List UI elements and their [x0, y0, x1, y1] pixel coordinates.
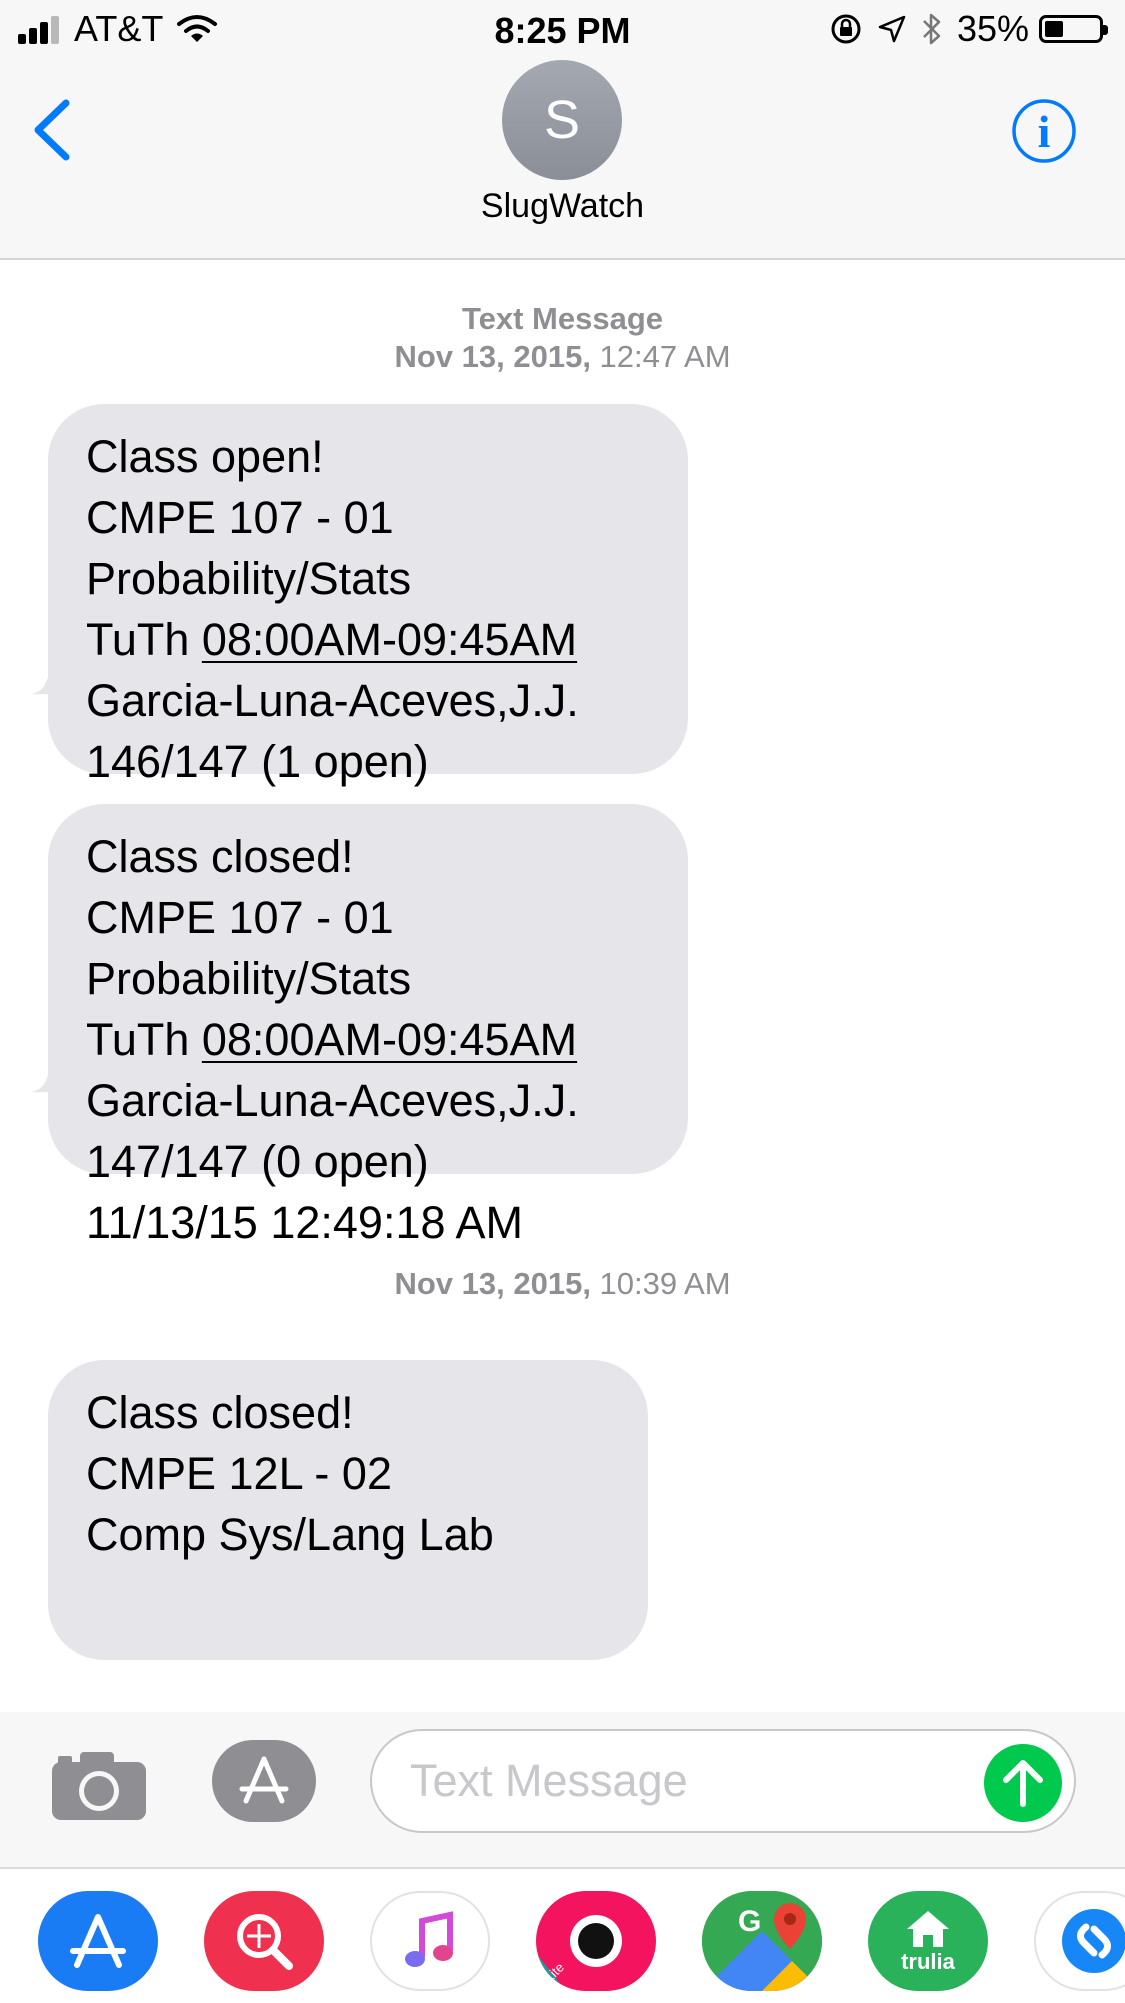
camera-lite-icon[interactable]: Lite	[536, 1891, 656, 1991]
location-arrow-icon	[878, 15, 906, 43]
status-right: 35%	[829, 8, 1108, 50]
timestamp-1: Nov 13, 2015, 12:47 AM	[0, 338, 1125, 376]
message-line: CMPE 12L - 02	[86, 1448, 392, 1499]
message-thread[interactable]: Text Message Nov 13, 2015, 12:47 AM Clas…	[0, 260, 1125, 1712]
schedule-line: TuTh 08:00AM-09:45AM	[86, 609, 650, 670]
message-bubble[interactable]: Class open! CMPE 107 - 01 Probability/St…	[48, 404, 688, 848]
imessage-app-drawer: Lite G trulia	[0, 1867, 1125, 2003]
app-badge: Lite	[542, 1960, 567, 1985]
bluetooth-icon	[923, 13, 941, 45]
message-line: Class open!	[86, 431, 324, 482]
timestamp-time: 10:39 AM	[590, 1266, 731, 1301]
camera-icon[interactable]	[50, 1748, 148, 1822]
music-icon[interactable]	[370, 1891, 490, 1991]
schedule-time-link[interactable]: 08:00AM-09:45AM	[202, 614, 577, 665]
schedule-time-link[interactable]: 08:00AM-09:45AM	[202, 1014, 577, 1065]
app-store-icon[interactable]	[212, 1740, 316, 1822]
send-button[interactable]	[984, 1744, 1062, 1822]
schedule-days: TuTh	[86, 1014, 202, 1065]
trulia-icon[interactable]: trulia	[868, 1891, 988, 1991]
svg-text:i: i	[1038, 106, 1051, 157]
message-line: Class closed!	[86, 831, 354, 882]
orientation-lock-icon	[831, 14, 861, 44]
send-arrow-icon	[1003, 1760, 1043, 1807]
thread-service-label: Text Message	[0, 300, 1125, 338]
message-bubble[interactable]: Class closed! CMPE 12L - 02 Comp Sys/Lan…	[48, 1360, 648, 1660]
message-line: Class closed!	[86, 1387, 354, 1438]
app-badge: G	[738, 1905, 761, 1938]
app-store-icon[interactable]	[38, 1891, 158, 1991]
status-bar: AT&T 8:25 PM 35%	[0, 0, 1125, 60]
message-line: 11/13/15 12:49:18 AM	[86, 1197, 524, 1248]
timestamp-date: Nov 13, 2015,	[394, 339, 591, 374]
back-chevron-icon[interactable]	[28, 95, 78, 165]
message-line: CMPE 107 - 01	[86, 892, 394, 943]
message-line: Probability/Stats	[86, 953, 412, 1004]
message-line: Garcia-Luna-Aceves,J.J.	[86, 1075, 579, 1126]
avatar-initial: S	[543, 90, 581, 150]
message-line: CMPE 107 - 01	[86, 492, 394, 543]
message-line: Garcia-Luna-Aceves,J.J.	[86, 675, 579, 726]
google-maps-icon[interactable]: G	[702, 1891, 822, 1991]
message-line: Probability/Stats	[86, 553, 412, 604]
search-images-icon[interactable]	[204, 1891, 324, 1991]
schedule-days: TuTh	[86, 614, 202, 665]
timestamp-date: Nov 13, 2015,	[394, 1266, 591, 1301]
battery-icon	[1039, 15, 1108, 43]
conversation-header: AT&T 8:25 PM 35% S SlugWatch i	[0, 0, 1125, 260]
contact-avatar[interactable]: S	[502, 60, 622, 180]
shazam-icon[interactable]	[1034, 1891, 1125, 1991]
compose-bar	[0, 1712, 1125, 1867]
contact-name[interactable]: SlugWatch	[0, 187, 1125, 226]
battery-percent: 35%	[956, 8, 1029, 49]
info-icon[interactable]: i	[1010, 97, 1078, 165]
service-label: Text Message	[461, 301, 663, 336]
message-bubble[interactable]: Class closed! CMPE 107 - 01 Probability/…	[48, 804, 688, 1248]
message-text-input[interactable]	[370, 1729, 1076, 1833]
schedule-line: TuTh 08:00AM-09:45AM	[86, 1009, 650, 1070]
app-badge: trulia	[901, 1949, 955, 1974]
message-line: Comp Sys/Lang Lab	[86, 1509, 494, 1560]
message-line: 146/147 (1 open)	[86, 736, 429, 787]
message-line: 147/147 (0 open)	[86, 1136, 429, 1187]
timestamp-2: Nov 13, 2015, 10:39 AM	[0, 1265, 1125, 1303]
timestamp-time: 12:47 AM	[590, 339, 731, 374]
